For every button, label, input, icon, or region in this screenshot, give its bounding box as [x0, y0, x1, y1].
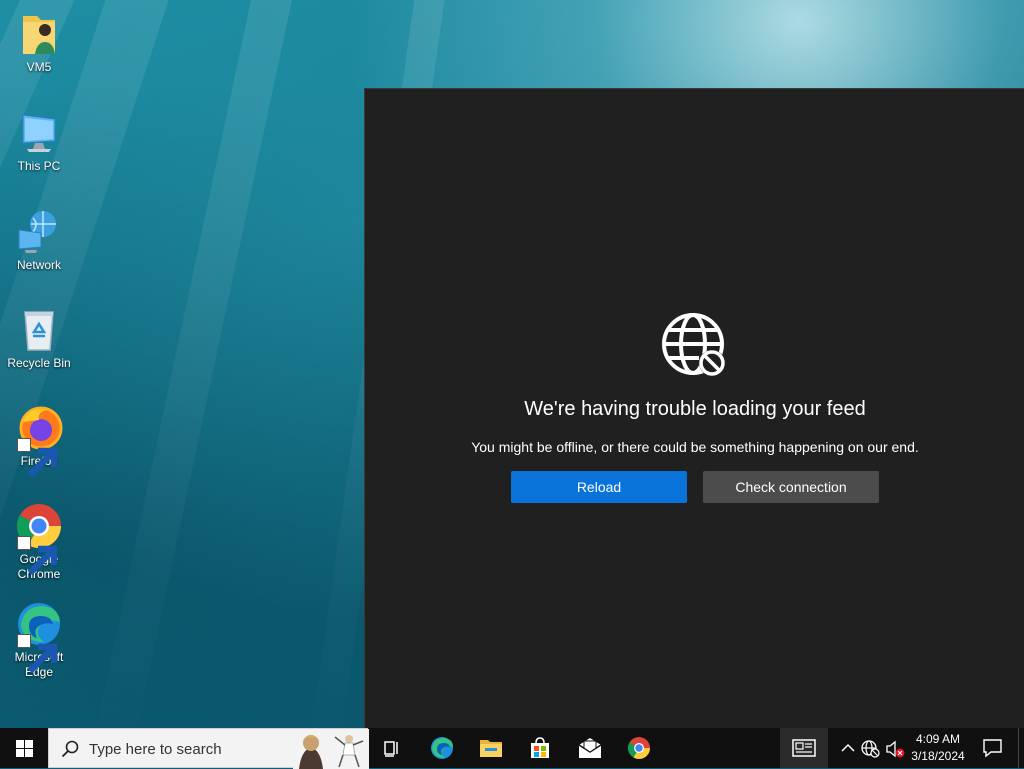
shortcut-arrow-icon	[17, 438, 58, 478]
search-placeholder: Type here to search	[89, 741, 222, 758]
chrome-icon	[15, 502, 63, 576]
desktop-icon-network[interactable]: Network	[4, 208, 74, 273]
desktop-icon-google-chrome[interactable]: Google Chrome	[4, 502, 74, 582]
edge-icon	[15, 600, 63, 674]
shortcut-arrow-icon	[17, 536, 58, 576]
windows-logo-icon	[16, 740, 33, 757]
check-connection-button[interactable]: Check connection	[703, 471, 879, 503]
show-desktop-button[interactable]	[1018, 728, 1024, 768]
taskbar-edge-button[interactable]	[418, 728, 466, 768]
firefox-icon	[15, 404, 63, 478]
news-and-interests-button[interactable]	[780, 728, 828, 768]
desktop-icon-vm5[interactable]: VM5	[4, 10, 74, 75]
notification-icon	[983, 739, 1002, 758]
feed-error-title: We're having trouble loading your feed	[524, 398, 866, 420]
task-view-icon	[384, 741, 398, 757]
desktop-icon-firefox[interactable]: Firefox	[4, 404, 74, 478]
clock-date: 3/18/2024	[911, 749, 965, 763]
desktop-icon-recycle-bin[interactable]: Recycle Bin	[4, 306, 74, 371]
task-view-button[interactable]	[368, 728, 416, 768]
reload-button[interactable]: Reload	[511, 471, 687, 503]
mail-icon	[578, 738, 602, 758]
volume-muted-icon	[886, 740, 905, 758]
taskbar-clock[interactable]: 4:09 AM 3/18/2024	[908, 731, 968, 765]
file-explorer-icon	[480, 740, 502, 757]
desktop-icon-this-pc[interactable]: This PC	[4, 109, 74, 174]
action-center-button[interactable]	[976, 728, 1012, 768]
chevron-up-icon	[841, 743, 855, 752]
computer-icon	[15, 109, 63, 157]
store-icon	[531, 737, 549, 758]
desktop-icon-label: This PC	[17, 159, 61, 173]
network-globe-icon	[861, 740, 880, 758]
taskbar-store-button[interactable]	[516, 728, 564, 768]
chrome-icon	[628, 737, 650, 759]
desktop-icon-label: Recycle Bin	[7, 356, 71, 370]
start-button[interactable]	[0, 728, 48, 768]
news-icon	[792, 739, 816, 757]
shortcut-arrow-icon	[17, 634, 58, 674]
network-icon	[15, 208, 63, 256]
globe-offline-icon	[662, 313, 725, 376]
taskbar: Type here to search 4:09 AM 3/18/2024	[0, 728, 1024, 769]
feed-error-message: You might be offline, or there could be …	[471, 439, 919, 455]
taskbar-file-explorer-button[interactable]	[467, 728, 515, 768]
news-feed-panel: We're having trouble loading your feed Y…	[364, 88, 1024, 728]
edge-icon	[431, 737, 453, 759]
taskbar-search-box[interactable]: Type here to search	[48, 728, 369, 769]
desktop-icon-label: Network	[16, 258, 61, 272]
desktop-icon-microsoft-edge[interactable]: Microsoft Edge	[4, 600, 74, 680]
show-hidden-icons-button[interactable]	[838, 728, 858, 768]
clock-time: 4:09 AM	[915, 732, 961, 746]
search-highlight-art	[293, 729, 369, 769]
network-status-button[interactable]	[860, 728, 882, 768]
recycle-bin-icon	[15, 306, 63, 354]
search-icon	[61, 740, 79, 758]
desktop-icon-label: VM5	[26, 60, 52, 74]
taskbar-chrome-button[interactable]	[615, 728, 663, 768]
taskbar-mail-button[interactable]	[566, 728, 614, 768]
volume-button[interactable]	[884, 728, 906, 768]
user-folder-icon	[15, 10, 63, 58]
